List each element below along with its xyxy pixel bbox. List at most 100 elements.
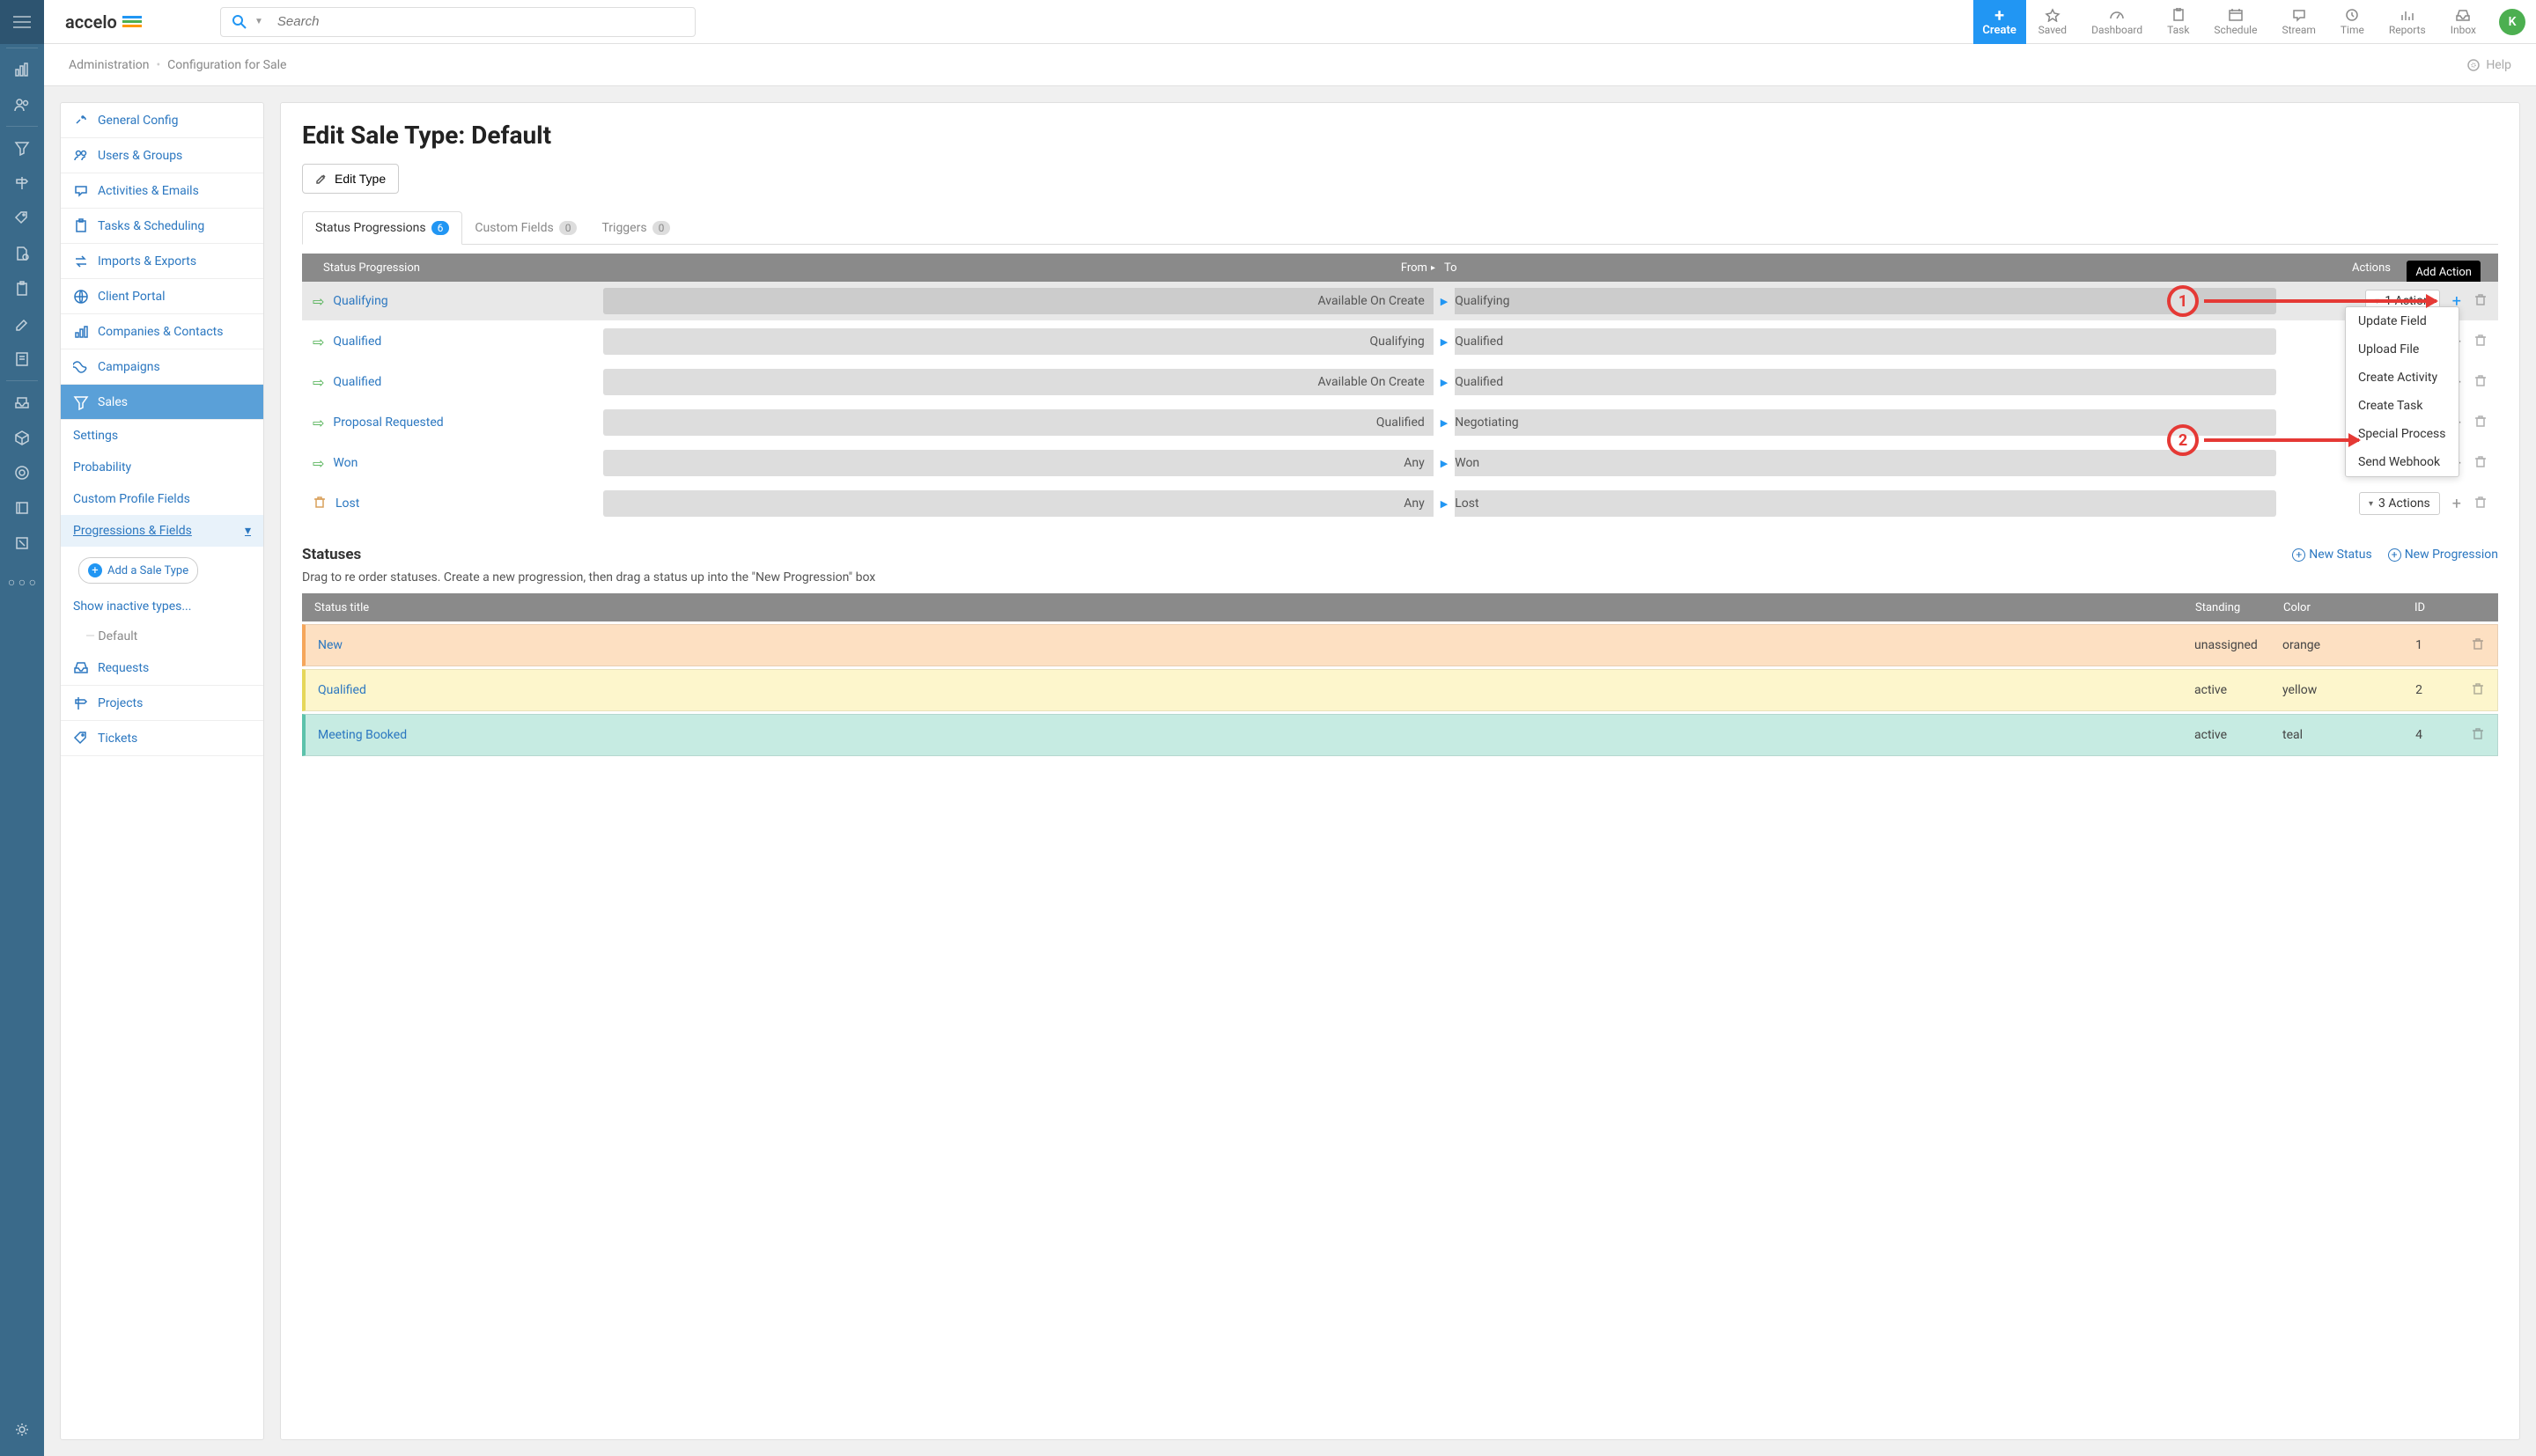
topnav-task[interactable]: Task	[2155, 0, 2201, 44]
breadcrumb-root[interactable]: Administration	[69, 58, 149, 72]
sidebar-item-projects[interactable]: Projects	[61, 686, 263, 721]
nav-target-icon[interactable]	[0, 455, 44, 490]
sidebar-item-client-portal[interactable]: Client Portal	[61, 279, 263, 314]
delete-button[interactable]	[2473, 373, 2488, 391]
nav-clipboard-icon[interactable]	[0, 271, 44, 306]
sidebar-item-requests[interactable]: Requests	[61, 651, 263, 686]
user-avatar[interactable]: K	[2499, 9, 2525, 35]
search-input[interactable]	[277, 14, 684, 29]
dropdown-item-send-webhook[interactable]: Send Webhook	[2346, 448, 2459, 476]
status-title[interactable]: Meeting Booked	[318, 728, 2194, 742]
sidebar-item-general-config[interactable]: General Config	[61, 103, 263, 138]
delete-button[interactable]	[2473, 414, 2488, 431]
sidebar-sub-probability[interactable]: Probability	[61, 452, 263, 483]
new-progression-link[interactable]: +New Progression	[2388, 548, 2498, 562]
status-row[interactable]: Qualifiedactiveyellow2	[302, 669, 2498, 711]
status-standing: active	[2194, 728, 2282, 742]
status-title[interactable]: Qualified	[318, 683, 2194, 697]
nav-users-icon[interactable]	[0, 87, 44, 122]
sidebar-item-tasks-scheduling[interactable]: Tasks & Scheduling	[61, 209, 263, 244]
status-row[interactable]: Newunassignedorange1	[302, 624, 2498, 666]
add-action-button[interactable]: +	[2449, 495, 2465, 513]
topnav-inbox[interactable]: Inbox	[2438, 0, 2488, 44]
nav-pen-icon[interactable]	[0, 306, 44, 342]
triangle-icon: ▶	[1441, 296, 1448, 307]
progression-link[interactable]: Qualified	[333, 335, 381, 349]
progression-link[interactable]: Qualifying	[333, 294, 387, 308]
arrow-right-icon: ⇨	[313, 455, 324, 472]
status-row[interactable]: Meeting Bookedactiveteal4	[302, 714, 2498, 756]
show-inactive-link[interactable]: Show inactive types...	[61, 594, 263, 622]
new-status-link[interactable]: +New Status	[2292, 548, 2371, 562]
dropdown-item-create-activity[interactable]: Create Activity	[2346, 364, 2459, 392]
nav-invoice-icon[interactable]	[0, 342, 44, 377]
delete-button[interactable]	[2473, 333, 2488, 350]
topnav-dashboard[interactable]: Dashboard	[2079, 0, 2155, 44]
dropdown-item-upload-file[interactable]: Upload File	[2346, 335, 2459, 364]
sidebar-sub-custom-profile-fields[interactable]: Custom Profile Fields	[61, 483, 263, 515]
nav-tag-icon[interactable]	[0, 201, 44, 236]
topnav-saved[interactable]: Saved	[2026, 0, 2079, 44]
nav-settings-icon[interactable]	[0, 1412, 44, 1447]
tab-custom-fields[interactable]: Custom Fields0	[462, 211, 589, 244]
tab-status-progressions[interactable]: Status Progressions6	[302, 211, 462, 245]
sidebar-sub-settings[interactable]: Settings	[61, 420, 263, 452]
nav-box-icon[interactable]	[0, 420, 44, 455]
progression-link[interactable]: Lost	[335, 496, 359, 511]
help-link[interactable]: Help	[2466, 58, 2511, 72]
nav-funnel-icon[interactable]	[0, 130, 44, 165]
nav-book-icon[interactable]	[0, 490, 44, 526]
create-button[interactable]: + Create	[1973, 0, 2026, 44]
nav-more-icon[interactable]: ○ ○ ○	[8, 564, 36, 599]
sidebar-sub-progressions-fields[interactable]: Progressions & Fields▾	[61, 515, 263, 547]
nav-chart-icon[interactable]	[0, 52, 44, 87]
breadcrumb: Administration • Configuration for Sale …	[44, 44, 2536, 86]
nav-doc-icon[interactable]	[0, 236, 44, 271]
sidebar-item-campaigns[interactable]: Campaigns	[61, 349, 263, 385]
edit-type-button[interactable]: Edit Type	[302, 164, 399, 194]
status-title[interactable]: New	[318, 638, 2194, 652]
search-box[interactable]: ▼	[220, 7, 696, 37]
nav-signpost-icon[interactable]	[0, 165, 44, 201]
actions-dropdown[interactable]: 3 Actions	[2359, 492, 2440, 515]
sidebar-item-tickets[interactable]: Tickets	[61, 721, 263, 756]
delete-button[interactable]	[2473, 495, 2488, 512]
nav-inbox2-icon[interactable]	[0, 385, 44, 420]
nav-note-icon[interactable]	[0, 526, 44, 561]
statuses-title: Statuses	[302, 546, 361, 563]
logo[interactable]: accelo	[44, 11, 220, 33]
sidebar-item-activities-emails[interactable]: Activities & Emails	[61, 173, 263, 209]
sidebar-item-users-groups[interactable]: Users & Groups	[61, 138, 263, 173]
progression-link[interactable]: Qualified	[333, 375, 381, 389]
status-id: 4	[2388, 728, 2450, 742]
tab-triggers[interactable]: Triggers0	[589, 211, 682, 244]
delete-button[interactable]	[2473, 292, 2488, 310]
progression-from: Any	[603, 450, 1434, 476]
delete-status-button[interactable]	[2471, 636, 2485, 654]
sidebar-item-imports-exports[interactable]: Imports & Exports	[61, 244, 263, 279]
delete-status-button[interactable]	[2471, 681, 2485, 699]
dropdown-item-create-task[interactable]: Create Task	[2346, 392, 2459, 420]
sidebar-item-sales[interactable]: Sales	[61, 385, 263, 420]
delete-button[interactable]	[2473, 454, 2488, 472]
sidebar-item-companies-contacts[interactable]: Companies & Contacts	[61, 314, 263, 349]
dropdown-item-special-process[interactable]: Special Process	[2346, 420, 2459, 448]
progression-to: Won	[1455, 450, 2276, 476]
progression-to: Qualified	[1455, 328, 2276, 355]
search-dropdown-icon[interactable]: ▼	[254, 17, 263, 26]
type-tree-default[interactable]: Default	[61, 622, 263, 651]
topnav-schedule[interactable]: Schedule	[2201, 0, 2269, 44]
progression-link[interactable]: Proposal Requested	[333, 415, 443, 430]
progressions-header: Status Progression From▸ To Actions	[302, 254, 2498, 282]
top-bar: accelo ▼ + Create SavedDashboardTaskSche…	[44, 0, 2536, 44]
hamburger-menu[interactable]	[0, 0, 44, 44]
progression-from: Qualified	[603, 409, 1434, 436]
dropdown-item-update-field[interactable]: Update Field	[2346, 307, 2459, 335]
topnav-reports[interactable]: Reports	[2377, 0, 2438, 44]
topnav-time[interactable]: Time	[2328, 0, 2377, 44]
delete-status-button[interactable]	[2471, 726, 2485, 744]
progression-link[interactable]: Won	[333, 456, 358, 470]
add-sale-type-button[interactable]: +Add a Sale Type	[78, 557, 198, 584]
topnav-stream[interactable]: Stream	[2269, 0, 2327, 44]
triangle-icon: ▶	[1441, 498, 1448, 510]
